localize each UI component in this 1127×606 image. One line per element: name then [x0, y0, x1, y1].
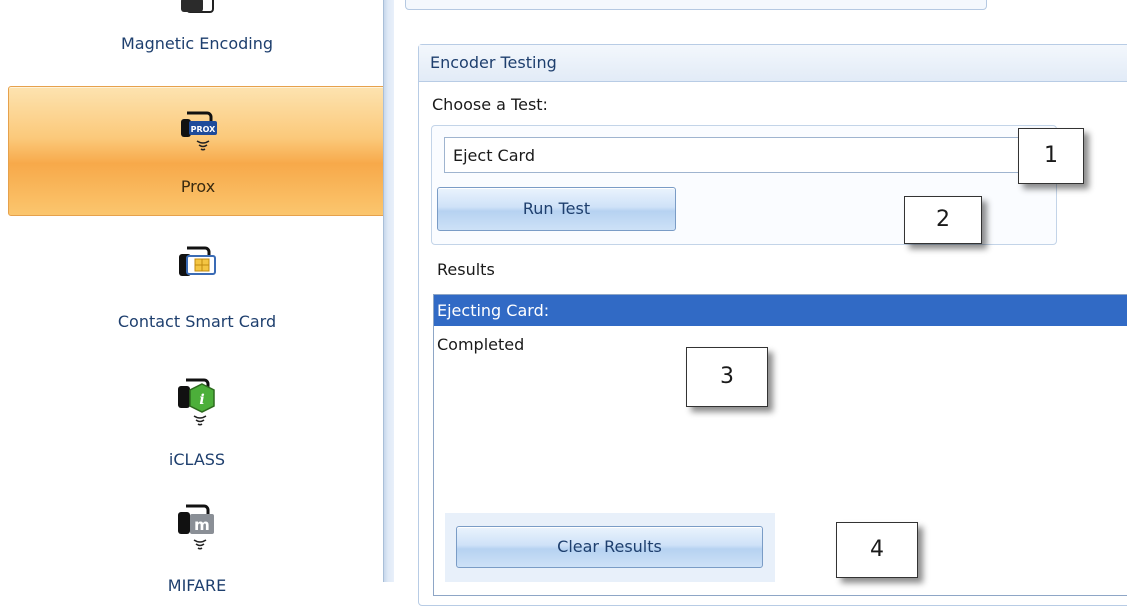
- list-item[interactable]: Completed: [434, 329, 1127, 360]
- sidebar-item-mifare[interactable]: m MIFARE: [8, 500, 386, 600]
- sidebar-item-label: MIFARE: [167, 576, 227, 595]
- test-dropdown[interactable]: Eject Card: [444, 137, 1056, 173]
- prox-card-icon: PROX: [181, 111, 217, 151]
- panel-title: Encoder Testing: [430, 53, 557, 72]
- magnetic-card-icon: [181, 0, 214, 13]
- sidebar: Magnetic Encoding PROX Prox Contact Smar…: [0, 0, 393, 595]
- clear-results-button[interactable]: Clear Results: [456, 526, 763, 568]
- sidebar-item-label: Contact Smart Card: [117, 312, 277, 331]
- results-label: Results: [437, 260, 495, 279]
- svg-text:m: m: [194, 516, 210, 534]
- choose-test-label: Choose a Test:: [432, 95, 548, 114]
- svg-text:PROX: PROX: [191, 125, 217, 134]
- callout-3: 3: [686, 347, 768, 407]
- sidebar-item-label: iCLASS: [168, 450, 226, 469]
- callout-2: 2: [904, 196, 982, 244]
- sidebar-item-prox[interactable]: PROX Prox: [8, 86, 388, 216]
- run-test-button[interactable]: Run Test: [437, 187, 676, 231]
- svg-text:i: i: [199, 392, 204, 408]
- sidebar-item-label: Magnetic Encoding: [120, 34, 274, 53]
- callout-4: 4: [836, 522, 918, 578]
- sidebar-item-magnetic-encoding[interactable]: Magnetic Encoding: [8, 0, 386, 53]
- list-item[interactable]: Ejecting Card:: [434, 295, 1127, 326]
- sidebar-item-label: Prox: [180, 177, 216, 196]
- sidebar-splitter[interactable]: [383, 0, 394, 582]
- top-panel: [405, 0, 987, 10]
- smart-card-chip-icon: [179, 246, 216, 276]
- sidebar-item-contact-smart-card[interactable]: Contact Smart Card: [8, 240, 386, 340]
- callout-1: 1: [1018, 128, 1084, 184]
- mifare-card-icon: m: [178, 504, 214, 550]
- sidebar-item-iclass[interactable]: i iCLASS: [8, 370, 386, 470]
- iclass-card-icon: i: [178, 378, 215, 426]
- panel-header: Encoder Testing: [419, 45, 1127, 82]
